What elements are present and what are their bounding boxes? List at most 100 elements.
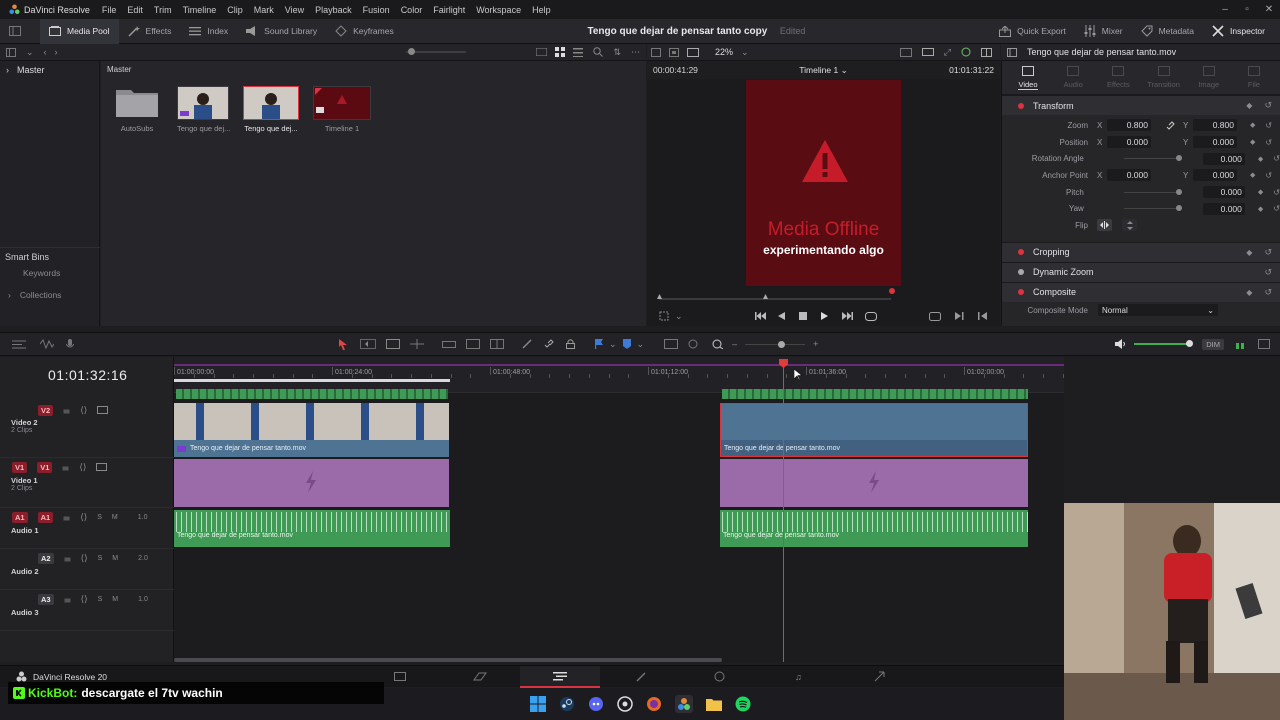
out-point-marker[interactable] [763,294,768,299]
spotify-icon[interactable] [735,696,751,712]
smart-bins-header[interactable]: Smart Bins [0,252,100,268]
inspector-tab-transition[interactable]: Transition [1144,66,1184,89]
flag-icon[interactable] [595,339,603,349]
mute-button[interactable]: M [112,514,118,521]
keyframe-diamond-icon[interactable]: ◆ [1258,188,1263,196]
reset-icon[interactable]: ↺ [1273,188,1280,197]
chevron-down-icon[interactable]: ⌄ [609,339,617,350]
track-header-video-1[interactable]: V1 V1 ⟨⟩ Video 1 2 Clips [0,458,174,508]
menu-item-file[interactable]: File [102,5,117,15]
position-x-field[interactable]: 0.000 [1107,136,1151,149]
track-id-badge[interactable]: A3 [38,593,54,605]
aspect-icon[interactable] [899,47,912,57]
crop-icon[interactable] [659,311,669,321]
clip-a1-left[interactable]: Tengo que dejar de pensar tanto.mov [174,510,450,547]
clip-a1-right[interactable]: Tengo que dejar de pensar tanto.mov [720,510,1028,547]
match-frame-icon[interactable] [928,311,941,321]
menu-item-fusion[interactable]: Fusion [363,5,390,15]
timeline-playhead[interactable] [783,361,784,662]
sort-icon[interactable]: ⇅ [613,47,621,58]
dynamic-trim-icon[interactable] [386,339,400,349]
inspector-tab-image[interactable]: Image [1189,66,1229,89]
inspector-button[interactable]: Inspector [1203,19,1274,44]
stop-icon[interactable] [798,312,807,320]
track-id-badge[interactable]: A2 [38,552,54,564]
overwrite-clip-icon[interactable] [466,339,480,349]
pitch-slider[interactable] [1123,188,1182,195]
track-header-audio-3[interactable]: A3 ⟨⟩ S M 1.0 Audio 3 [0,590,174,631]
menu-item-edit[interactable]: Edit [127,5,143,15]
fusion-page-icon[interactable] [636,672,646,682]
yaw-slider[interactable] [1123,205,1182,212]
zoom-out-icon[interactable]: – [732,339,737,349]
color-page-icon[interactable] [714,671,725,682]
detail-zoom-icon[interactable] [688,339,702,349]
menu-item-fairlight[interactable]: Fairlight [433,5,465,15]
inspector-tab-audio[interactable]: Audio [1053,66,1093,89]
track-visibility-icon[interactable] [97,406,109,414]
track-header-video-2[interactable]: V2 ⟨⟩ Video 2 2 Clips [0,402,174,458]
keyframe-diamond-icon[interactable]: ◆ [1258,205,1263,213]
menu-item-workspace[interactable]: Workspace [476,5,521,15]
bin-master[interactable]: › Master [0,61,99,79]
loop-icon[interactable] [864,311,877,321]
grid-view-icon[interactable] [555,47,566,57]
back-arrow-icon[interactable]: ‹ [44,47,47,57]
search-icon[interactable] [593,47,604,57]
auto-select-icon[interactable]: ⟨⟩ [79,462,86,473]
play-icon[interactable] [820,312,828,320]
prev-edit-icon[interactable] [977,312,987,320]
play-reverse-icon[interactable] [777,312,785,320]
viewer-scrubber[interactable] [657,294,891,300]
color-picker-icon[interactable] [961,47,971,57]
reset-icon[interactable]: ↺ [1265,171,1272,180]
fairlight-page-icon[interactable]: ♫ [795,672,802,682]
layout-toggle[interactable] [0,19,40,44]
chrome-icon[interactable] [616,696,633,712]
full-extent-zoom-icon[interactable] [664,339,679,349]
linked-selection-icon[interactable] [544,339,554,349]
lock-icon[interactable] [64,554,71,562]
clip-v1-right[interactable] [720,459,1028,507]
in-point-marker[interactable] [657,294,662,299]
position-y-field[interactable]: 0.000 [1193,136,1237,149]
next-edit-icon[interactable] [954,312,964,320]
auto-select-icon[interactable]: ⟨⟩ [81,553,88,564]
davinci-taskbar-icon[interactable] [674,695,693,713]
reset-icon[interactable]: ↺ [1264,267,1272,278]
blade-tool-icon[interactable] [410,339,424,349]
viewer-layout-icon[interactable] [651,47,661,57]
edit-page-tab[interactable] [520,666,600,688]
transform-section-header[interactable]: Transform ◆ ↺ [1002,95,1280,115]
audio-meter-icon[interactable] [1236,339,1244,349]
go-to-start-icon[interactable] [754,312,766,320]
discord-icon[interactable] [588,696,604,712]
clip-v1-left[interactable] [174,459,449,507]
timeline-selector[interactable]: Timeline 1 ⌄ [799,65,847,76]
source-patch-badge[interactable]: V1 [12,461,28,473]
mute-button[interactable]: M [112,596,118,603]
selection-tool-icon[interactable] [339,338,348,350]
trim-tool-icon[interactable] [360,339,376,349]
clip-v2-right[interactable]: Tengo que dejar de pensar tanto.mov [720,403,1028,457]
track-id-badge[interactable]: V2 [38,404,54,416]
zoom-chevron-icon[interactable]: ⌄ [741,47,749,58]
keyframe-diamond-icon[interactable]: ◆ [1258,155,1263,163]
list-view-icon[interactable] [573,47,584,57]
chevron-down-icon[interactable]: ⌄ [637,339,645,350]
transform-overlay-icon[interactable]: ⤢ [944,47,951,58]
menu-item-clip[interactable]: Clip [227,5,243,15]
enable-dot[interactable] [1018,289,1024,296]
cropping-section-header[interactable]: Cropping ◆ ↺ [1002,241,1280,262]
windows-start-icon[interactable] [529,696,546,712]
mixer-button[interactable]: Mixer [1075,19,1132,44]
cut-page-icon[interactable] [473,672,487,681]
viewer-frame[interactable]: Media Offline experimentando algo [746,80,901,286]
composite-section-header[interactable]: Composite ◆ ↺ [1002,281,1280,302]
lock-icon[interactable] [63,406,70,414]
composite-mode-select[interactable]: Normal ⌄ [1098,304,1218,317]
monitor-icon[interactable] [921,47,934,57]
viewer-zoom[interactable]: 22% [715,47,733,57]
timeline-ruler[interactable]: 01:00:00:00 01:00:24:00 01:00:48:00 01:01:1… [174,357,1064,393]
media-item-video-2-selected[interactable]: Tengo que dej... [243,86,299,133]
